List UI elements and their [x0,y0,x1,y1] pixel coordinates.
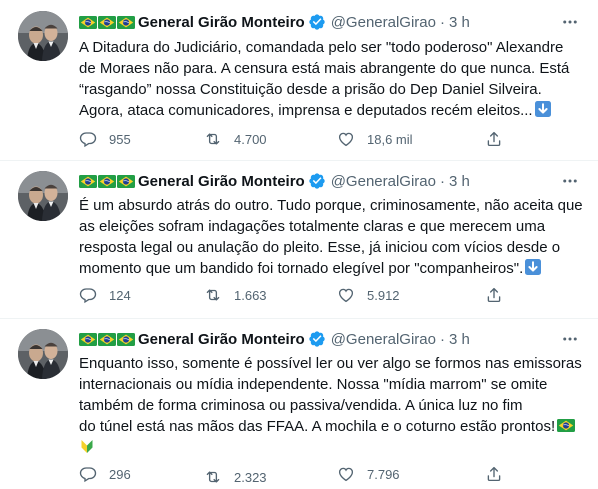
retweet-icon [204,130,222,148]
tweet-line: A Ditadura do Judiciário, comandada pelo… [79,39,564,56]
retweet-button[interactable]: 2.323 [204,467,267,487]
retweet-icon [204,468,222,486]
tweet-1[interactable]: General Girão Monteiro @GeneralGirao · 3… [0,0,598,160]
more-button[interactable] [560,171,580,191]
brazil-flag-icon [117,16,135,29]
brazil-flag-icon [98,175,116,188]
brazil-flag-icon [79,175,97,188]
brazil-flag-icon [79,16,97,29]
brazil-flag-icon [117,175,135,188]
reply-button[interactable]: 124 [79,285,131,305]
avatar[interactable] [18,11,68,61]
tweet-actions: 955 4.700 18,6 mil [79,129,519,149]
like-button[interactable]: 18,6 mil [337,129,413,149]
heart-icon [337,465,355,483]
tweet-3[interactable]: General Girão Monteiro @GeneralGirao · 3… [0,319,598,489]
tweet-line: também de forma criminosa ou passiva/ven… [79,397,523,414]
tweet-header: General Girão Monteiro @GeneralGirao · 3… [79,171,470,191]
share-button[interactable] [485,129,503,149]
author-handle[interactable]: @GeneralGirao [331,331,436,348]
retweet-button[interactable]: 4.700 [204,129,267,149]
tweet-line: É um absurdo atrás do outro. Tudo porque… [79,197,583,214]
verified-badge-icon [308,13,326,31]
reply-icon [79,130,97,148]
author-name[interactable]: General Girão Monteiro [138,173,305,190]
tweet-line: as eleições sofram indagações totalmente… [79,218,546,235]
tweet-header: General Girão Monteiro @GeneralGirao · 3… [79,12,470,32]
like-count: 5.912 [367,287,400,303]
more-icon [561,172,579,190]
more-icon [561,13,579,31]
tweet-timestamp[interactable]: 3 h [449,14,470,31]
verified-badge-icon [308,172,326,190]
reply-button[interactable]: 296 [79,464,131,484]
separator-dot: · [439,330,445,348]
tweet-line: resposta legal ou anulação do pleito. Es… [79,239,561,256]
reply-count: 296 [109,466,131,482]
reply-count: 124 [109,287,131,303]
share-button[interactable] [485,285,503,305]
down-arrow-emoji-icon [525,259,541,275]
author-name[interactable]: General Girão Monteiro [138,14,305,31]
heart-icon [337,130,355,148]
retweet-count: 2.323 [234,469,267,485]
tweet-line-emoji [79,437,587,458]
retweet-button[interactable]: 1.663 [204,285,267,305]
tweet-text: É um absurdo atrás do outro. Tudo porque… [79,195,587,279]
more-button[interactable] [560,329,580,349]
brazil-flag-icon [557,419,575,432]
tweet-2[interactable]: General Girão Monteiro @GeneralGirao · 3… [0,161,598,318]
heart-icon [337,286,355,304]
reply-icon [79,465,97,483]
tweet-timestamp[interactable]: 3 h [449,331,470,348]
more-button[interactable] [560,12,580,32]
down-arrow-emoji-icon [535,101,551,117]
tweet-line-last: Agora, ataca comunicadores, imprensa e d… [79,100,587,121]
tweet-line: do túnel está nas mãos das FFAA. A mochi… [79,418,556,435]
like-count: 7.796 [367,466,400,482]
tweet-line: de Moraes não para. A censura está mais … [79,60,570,77]
tweet-actions: 296 2.323 7.796 [79,464,519,487]
separator-dot: · [439,13,445,31]
reply-count: 955 [109,131,131,147]
tweet-timestamp[interactable]: 3 h [449,173,470,190]
share-icon [485,130,503,148]
tweet-line-last: momento que um bandido foi tornado elegí… [79,258,587,279]
verified-badge-icon [308,330,326,348]
tweet-line: Enquanto isso, somente é possível ler ou… [79,355,582,372]
tweet-header: General Girão Monteiro @GeneralGirao · 3… [79,329,470,349]
like-button[interactable]: 7.796 [337,464,400,484]
share-icon [485,465,503,483]
japanese-beginner-symbol-icon [79,438,95,454]
separator-dot: · [439,172,445,190]
share-button[interactable] [485,464,503,484]
tweet-text: A Ditadura do Judiciário, comandada pelo… [79,37,587,121]
brazil-flag-icon [98,333,116,346]
reply-button[interactable]: 955 [79,129,131,149]
avatar[interactable] [18,329,68,379]
retweet-count: 1.663 [234,287,267,303]
tweet-line: “rasgando” nossa Constituição desde a pr… [79,81,542,98]
retweet-count: 4.700 [234,131,267,147]
brazil-flag-icon [98,16,116,29]
author-handle[interactable]: @GeneralGirao [331,173,436,190]
tweet-line: internacionais ou mídia independente. No… [79,376,548,393]
author-handle[interactable]: @GeneralGirao [331,14,436,31]
reply-icon [79,286,97,304]
tweet-actions: 124 1.663 5.912 [79,285,519,305]
avatar[interactable] [18,171,68,221]
retweet-icon [204,286,222,304]
like-count: 18,6 mil [367,131,413,147]
tweet-line: Agora, ataca comunicadores, imprensa e d… [79,102,533,119]
brazil-flag-icon [117,333,135,346]
like-button[interactable]: 5.912 [337,285,400,305]
tweet-line: momento que um bandido foi tornado elegí… [79,260,524,277]
share-icon [485,286,503,304]
author-name[interactable]: General Girão Monteiro [138,331,305,348]
brazil-flag-icon [79,333,97,346]
tweet-text: Enquanto isso, somente é possível ler ou… [79,353,587,458]
more-icon [561,330,579,348]
tweet-line-last: do túnel está nas mãos das FFAA. A mochi… [79,416,587,437]
